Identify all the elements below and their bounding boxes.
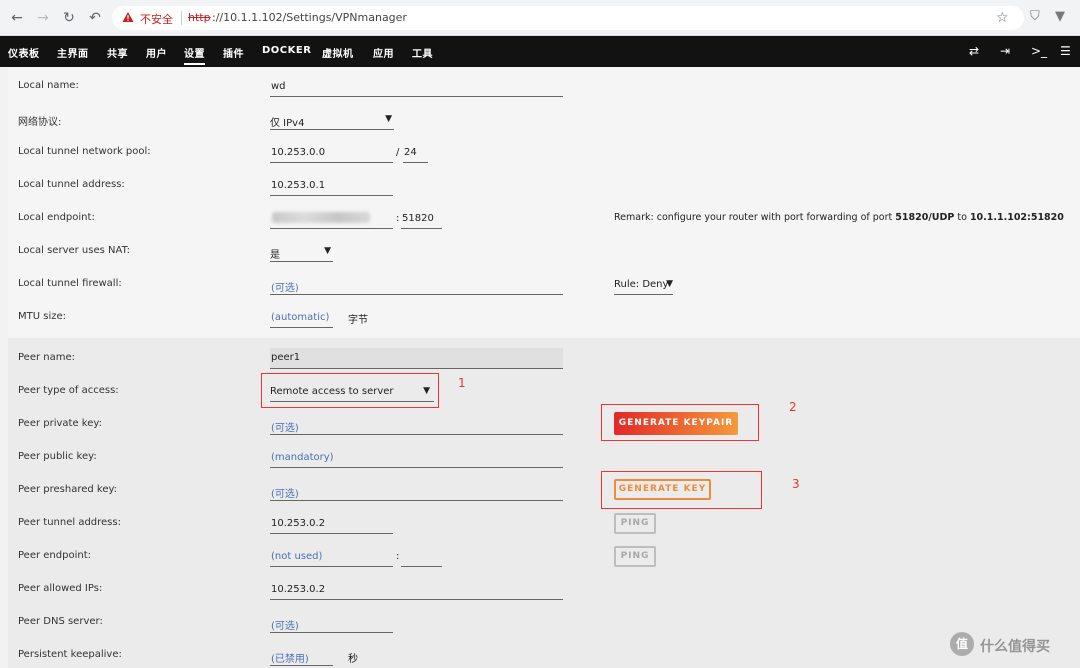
allowed-ips-input[interactable]: 10.253.0.2 [270,582,563,600]
local-endpoint-label: Local endpoint: [18,212,95,223]
preshared-key-label: Peer preshared key: [18,484,118,495]
menu-docker[interactable]: DOCKER [262,45,311,56]
ping-tunnel-button[interactable]: PING [614,513,656,534]
protocol-label: 网络协议: [18,117,62,128]
keepalive-unit: 秒 [348,654,358,665]
redacted-endpoint [272,212,370,223]
firewall-label: Local tunnel firewall: [18,278,122,289]
firewall-rule-value: Rule: Deny [614,279,669,290]
peer-endpoint-port[interactable] [401,549,442,567]
annotation-box-3 [601,471,762,509]
keepalive-input[interactable]: (已禁用) [270,648,333,666]
warning-icon [122,12,134,22]
menu-tools[interactable]: 工具 [412,45,433,60]
allowed-ips-label: Peer allowed IPs: [18,583,103,594]
shield-extension-icon[interactable]: ⛉ [1030,9,1040,24]
browser-toolbar: ← → ↻ ↶ 不安全 http ://10.1.1.102/Settings/… [0,0,1080,36]
menu-shares[interactable]: 共享 [107,45,128,60]
annotation-number-3: 3 [792,477,800,491]
nat-select[interactable]: 是 ▼ [270,244,333,262]
chevron-down-icon: ▼ [385,114,392,124]
menu-dashboard[interactable]: 仪表板 [8,45,40,60]
annotation-box-2 [601,404,759,441]
annotation-number-2: 2 [789,400,797,414]
tunnel-address-input[interactable]: 10.253.0.1 [270,178,393,196]
public-key-label: Peer public key: [18,451,97,462]
mtu-label: MTU size: [18,311,66,322]
url-protocol: http [188,11,211,24]
chevron-down-icon: ▼ [666,279,673,289]
mtu-input[interactable]: (automatic) [270,310,333,328]
peer-endpoint-input[interactable]: (not used) [270,549,393,567]
local-name-input[interactable]: wd [270,79,563,97]
menu-apps[interactable]: 应用 [373,45,394,60]
peer-tunnel-address-label: Peer tunnel address: [18,517,121,528]
network-pool-label: Local tunnel network pool: [18,146,151,157]
watermark: 值 什么值得买 [950,632,1080,662]
public-key-input[interactable]: (mandatory) [270,450,563,468]
menu-plugins[interactable]: 插件 [223,45,244,60]
local-name-label: Local name: [18,80,79,91]
watermark-text: 什么值得买 [980,639,1050,655]
peer-name-label: Peer name: [18,352,75,363]
url-path: ://10.1.1.102/Settings/VPNmanager [212,11,407,24]
mtu-unit: 字节 [348,315,368,326]
bookmark-star-icon[interactable]: ☆ [996,9,1009,27]
network-pool-input[interactable]: 10.253.0.0 [270,145,393,163]
ping-endpoint-button[interactable]: PING [614,546,656,567]
chevron-down-icon: ▼ [324,246,331,256]
insecure-label: 不安全 [140,13,173,26]
protocol-select[interactable]: 仅 IPv4 ▼ [270,112,394,130]
private-key-input[interactable]: (可选) [270,417,563,435]
local-endpoint-port[interactable]: 51820 [401,211,442,229]
peer-endpoint-colon: : [396,551,400,562]
feedback-icon[interactable]: ⇄ [969,44,979,58]
tunnel-address-label: Local tunnel address: [18,179,125,190]
protocol-value: 仅 IPv4 [270,118,305,129]
peer-dns-label: Peer DNS server: [18,616,103,627]
preshared-key-input[interactable]: (可选) [270,483,563,501]
peer-name-input[interactable]: peer1 [270,348,563,369]
port-forward-remark: Remark: configure your router with port … [614,212,1064,223]
firewall-rule-select[interactable]: Rule: Deny ▼ [614,277,673,295]
menu-settings[interactable]: 设置 [184,45,205,65]
back-icon[interactable]: ← [8,9,26,27]
private-key-label: Peer private key: [18,418,102,429]
log-icon[interactable]: ☰ [1060,44,1071,58]
keepalive-label: Persistent keepalive: [18,649,122,660]
peer-settings-panel [8,338,1080,668]
nat-value: 是 [270,250,280,261]
reload-icon[interactable]: ↻ [60,9,78,27]
firewall-input[interactable]: (可选) [270,277,563,295]
terminal-icon[interactable]: >_ [1031,44,1047,58]
peer-endpoint-label: Peer endpoint: [18,550,91,561]
network-pool-prefix-slash: / [396,147,400,158]
nat-label: Local server uses NAT: [18,245,130,256]
annotation-box-1 [261,373,439,408]
address-bar[interactable]: 不安全 http ://10.1.1.102/Settings/VPNmanag… [112,6,1024,30]
network-pool-prefix-input[interactable]: 24 [403,145,428,163]
main-menu-bar: 仪表板 主界面 共享 用户 设置 插件 DOCKER 虚拟机 应用 工具 ⇄ ⇥… [0,36,1080,67]
menu-vms[interactable]: 虚拟机 [322,45,354,60]
watermark-logo: 值 [950,632,974,656]
menu-users[interactable]: 用户 [146,45,167,60]
address-separator [181,11,182,25]
annotation-number-1: 1 [458,376,466,390]
logout-icon[interactable]: ⇥ [1000,44,1010,58]
menu-main[interactable]: 主界面 [57,45,89,60]
peer-access-label: Peer type of access: [18,385,119,396]
vpn-extension-icon[interactable]: ▼ [1055,9,1065,24]
endpoint-colon: : [396,213,400,224]
undo-icon[interactable]: ↶ [86,9,104,27]
peer-tunnel-address-input[interactable]: 10.253.0.2 [270,516,393,534]
forward-icon[interactable]: → [34,9,52,27]
peer-dns-input[interactable]: (可选) [270,615,393,633]
